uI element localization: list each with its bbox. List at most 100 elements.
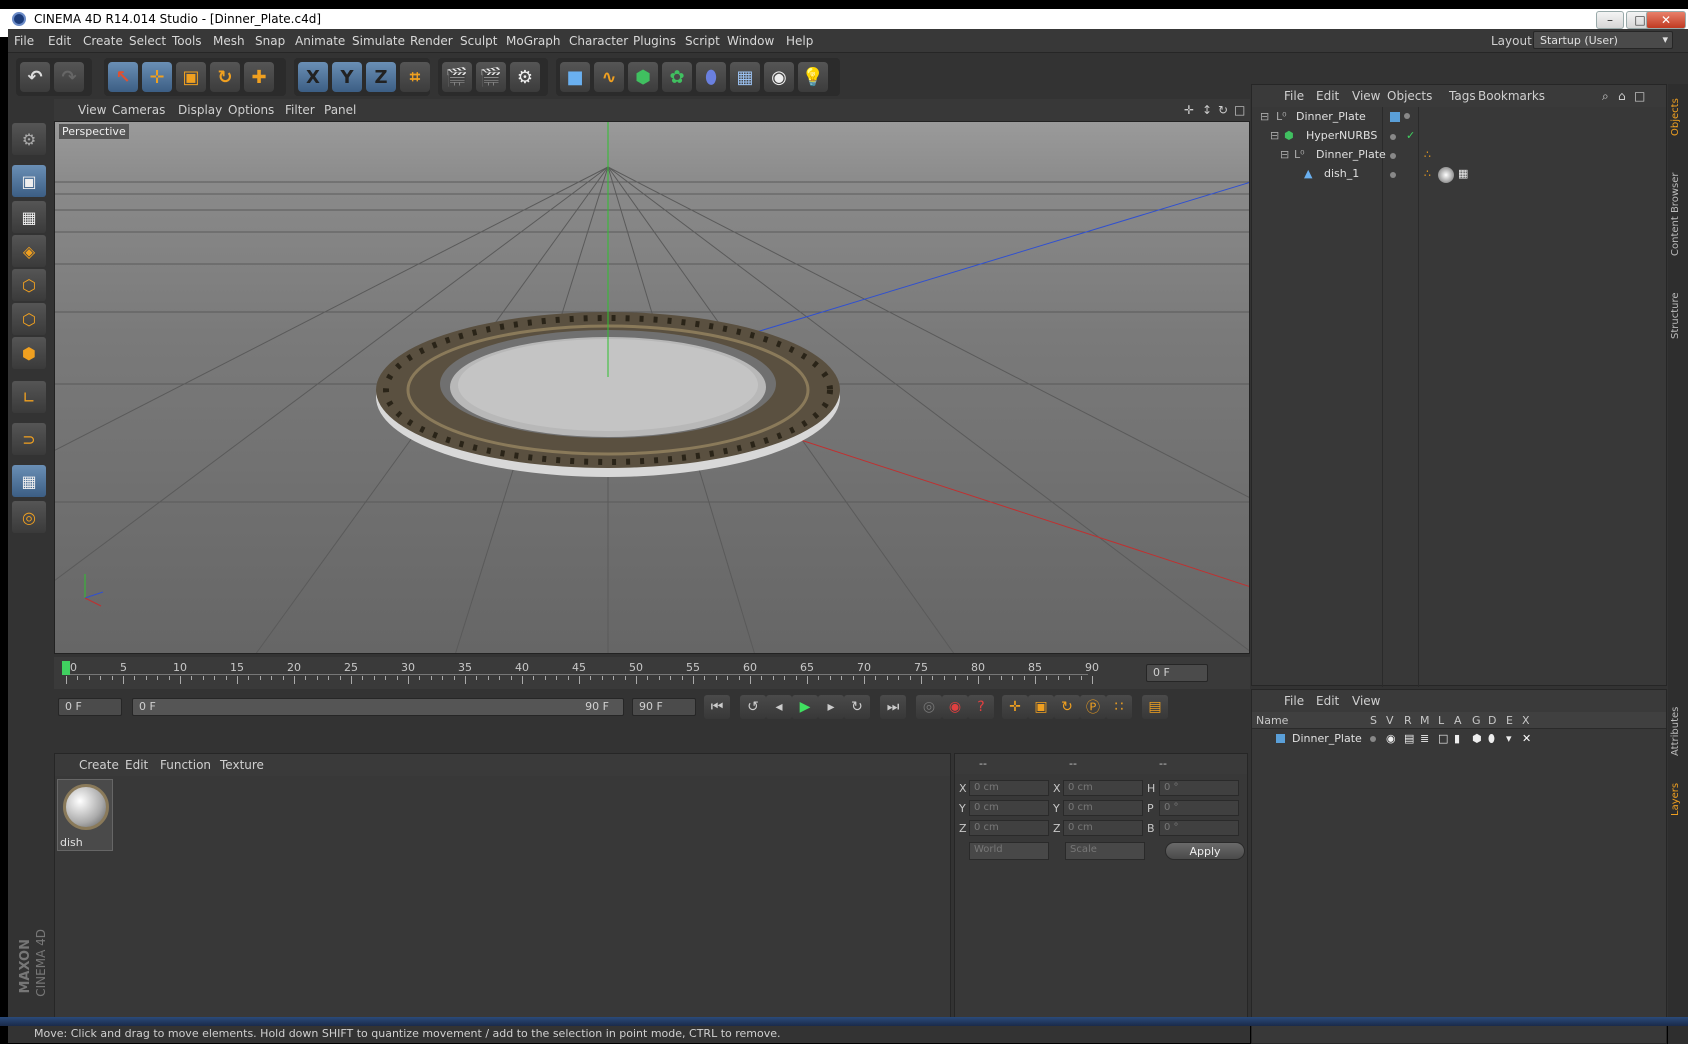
size-x-field[interactable]: 0 cm [1063, 780, 1143, 796]
expand-icon[interactable]: ⊟ [1270, 129, 1279, 142]
model-mode-icon[interactable]: ▣ [12, 165, 46, 197]
menu-file[interactable]: File [14, 34, 34, 48]
material-menu-edit[interactable]: Edit [125, 758, 148, 772]
tab-objects[interactable]: Objects [1670, 86, 1686, 148]
autokey-icon[interactable]: ◉ [942, 695, 968, 719]
key-scale-icon[interactable]: ▣ [1028, 695, 1054, 719]
layer-xref-icon[interactable]: ✕ [1522, 732, 1531, 745]
object-menu-file[interactable]: File [1284, 89, 1304, 103]
menu-render[interactable]: Render [410, 34, 453, 48]
light-icon[interactable]: 💡 [798, 62, 828, 92]
menu-animate[interactable]: Animate [295, 34, 345, 48]
axis-y-lock-button[interactable]: Y [332, 62, 362, 92]
playhead-marker[interactable] [62, 661, 70, 675]
layer-solo-toggle[interactable] [1370, 736, 1376, 742]
menu-mesh[interactable]: Mesh [213, 34, 245, 48]
viewport-menu-view[interactable]: View [78, 103, 106, 117]
tab-layers[interactable]: Layers [1670, 774, 1686, 824]
expand-icon[interactable]: ⊟ [1280, 148, 1289, 161]
menu-simulate[interactable]: Simulate [352, 34, 405, 48]
prev-frame-icon[interactable]: ◂ [766, 695, 792, 719]
tab-attributes[interactable]: Attributes [1670, 696, 1686, 766]
polygons-mode-icon[interactable]: ⬢ [12, 337, 46, 369]
layer-deformer-icon[interactable]: ⬮ [1488, 732, 1495, 746]
menu-sculpt[interactable]: Sculpt [460, 34, 497, 48]
key-rotation-icon[interactable]: ↻ [1054, 695, 1080, 719]
goto-start-icon[interactable]: ⏮ [704, 695, 730, 719]
tab-content-browser[interactable]: Content Browser [1670, 154, 1686, 274]
size-z-field[interactable]: 0 cm [1063, 820, 1143, 836]
rotation-p-field[interactable]: 0 ° [1159, 800, 1239, 816]
rotate-tool-icon[interactable]: ↻ [210, 62, 240, 92]
current-frame-field[interactable]: 0 F [1146, 664, 1208, 682]
recent-tool-icon[interactable]: ✚ [244, 62, 274, 92]
object-search-icon[interactable]: ⌕ [1602, 89, 1609, 104]
apply-button[interactable]: Apply [1165, 842, 1245, 860]
texture-mode-icon[interactable]: ▦ [12, 201, 46, 233]
tree-row-hypernurbs[interactable]: ⊟ ⬢ HyperNURBS ✓ [1252, 129, 1666, 148]
object-menu-bookmarks[interactable]: Bookmarks [1478, 89, 1545, 103]
undo-icon[interactable]: ↶ [20, 62, 50, 92]
viewport-menu-cameras[interactable]: Cameras [112, 103, 165, 117]
keyframe-selection-icon[interactable]: ? [968, 695, 994, 719]
rotation-h-field[interactable]: 0 ° [1159, 780, 1239, 796]
rotation-b-field[interactable]: 0 ° [1159, 820, 1239, 836]
minimize-button[interactable]: – [1596, 11, 1624, 29]
material-menu-function[interactable]: Function [160, 758, 211, 772]
viewport-move-icon[interactable]: ✛ [1184, 103, 1194, 117]
render-picture-viewer-icon[interactable]: 🎬 [476, 62, 506, 92]
cube-icon[interactable]: ■ [560, 62, 590, 92]
menu-plugins[interactable]: Plugins [633, 34, 676, 48]
visibility-dot[interactable] [1390, 134, 1396, 140]
material-menu-create[interactable]: Create [79, 758, 119, 772]
axis-mode-icon[interactable]: ∟ [12, 381, 46, 413]
next-frame-icon[interactable]: ▸ [818, 695, 844, 719]
expand-icon[interactable]: ⊟ [1260, 110, 1269, 123]
record-keys-icon[interactable]: ◎ [916, 695, 942, 719]
layer-menu-view[interactable]: View [1352, 694, 1380, 708]
phong-tag-icon[interactable]: ∴ [1424, 167, 1431, 180]
position-x-field[interactable]: 0 cm [969, 780, 1049, 796]
coordinate-system-icon[interactable]: ⌗ [400, 62, 430, 92]
object-panel-icon[interactable]: □ [1634, 89, 1645, 103]
workplane-mode-icon[interactable]: ◈ [12, 235, 46, 267]
deformer-icon[interactable]: ⬮ [696, 62, 726, 92]
timeline-ruler[interactable]: 0 5 10 15 20 25 30 35 40 45 50 55 60 65 … [54, 657, 1250, 689]
redo-icon[interactable]: ↷ [54, 62, 84, 92]
points-mode-icon[interactable]: ⬡ [12, 269, 46, 301]
menu-character[interactable]: Character [569, 34, 628, 48]
menu-mograph[interactable]: MoGraph [506, 34, 561, 48]
menu-script[interactable]: Script [685, 34, 720, 48]
material-menu-texture[interactable]: Texture [220, 758, 264, 772]
layer-manager-icon[interactable]: ≣ [1420, 732, 1429, 745]
tree-row-dinner-plate[interactable]: ⊟ L⁰ Dinner_Plate [1252, 110, 1666, 129]
close-button[interactable]: ✕ [1646, 11, 1686, 29]
render-view-icon[interactable]: 🎬 [442, 62, 472, 92]
size-y-field[interactable]: 0 cm [1063, 800, 1143, 816]
position-y-field[interactable]: 0 cm [969, 800, 1049, 816]
menu-create[interactable]: Create [83, 34, 123, 48]
viewport-menu-display[interactable]: Display [178, 103, 222, 117]
axis-z-lock-button[interactable]: Z [366, 62, 396, 92]
menu-select[interactable]: Select [129, 34, 166, 48]
frame-range-slider[interactable]: 0 F 90 F [132, 698, 624, 716]
visibility-dot[interactable] [1404, 113, 1410, 119]
workplane-lock-icon[interactable]: ▦ [12, 465, 46, 497]
next-key-icon[interactable]: ↻ [844, 695, 870, 719]
layer-row[interactable]: Dinner_Plate ◉ ▤ ≣ □ ▮ ⬢ ⬮ ▾ ✕ [1252, 731, 1666, 750]
key-pla-icon[interactable]: ∷ [1106, 695, 1132, 719]
tag-icon[interactable]: ∴ [1424, 148, 1431, 161]
magnet-icon[interactable]: ⊃ [12, 423, 46, 455]
spline-pen-icon[interactable]: ∿ [594, 62, 624, 92]
layout-select[interactable]: Startup (User) [1533, 31, 1673, 49]
material-tag-icon[interactable] [1438, 167, 1454, 183]
object-menu-objects[interactable]: Objects [1387, 89, 1432, 103]
visibility-dot[interactable] [1390, 172, 1396, 178]
menu-snap[interactable]: Snap [255, 34, 285, 48]
goto-end-icon[interactable]: ⏭ [880, 695, 906, 719]
layer-generator-icon[interactable]: ⬢ [1472, 732, 1482, 745]
viewport-menu-filter[interactable]: Filter [285, 103, 315, 117]
camera-icon[interactable]: ◉ [764, 62, 794, 92]
visibility-dot[interactable] [1390, 153, 1396, 159]
prev-key-icon[interactable]: ↺ [740, 695, 766, 719]
